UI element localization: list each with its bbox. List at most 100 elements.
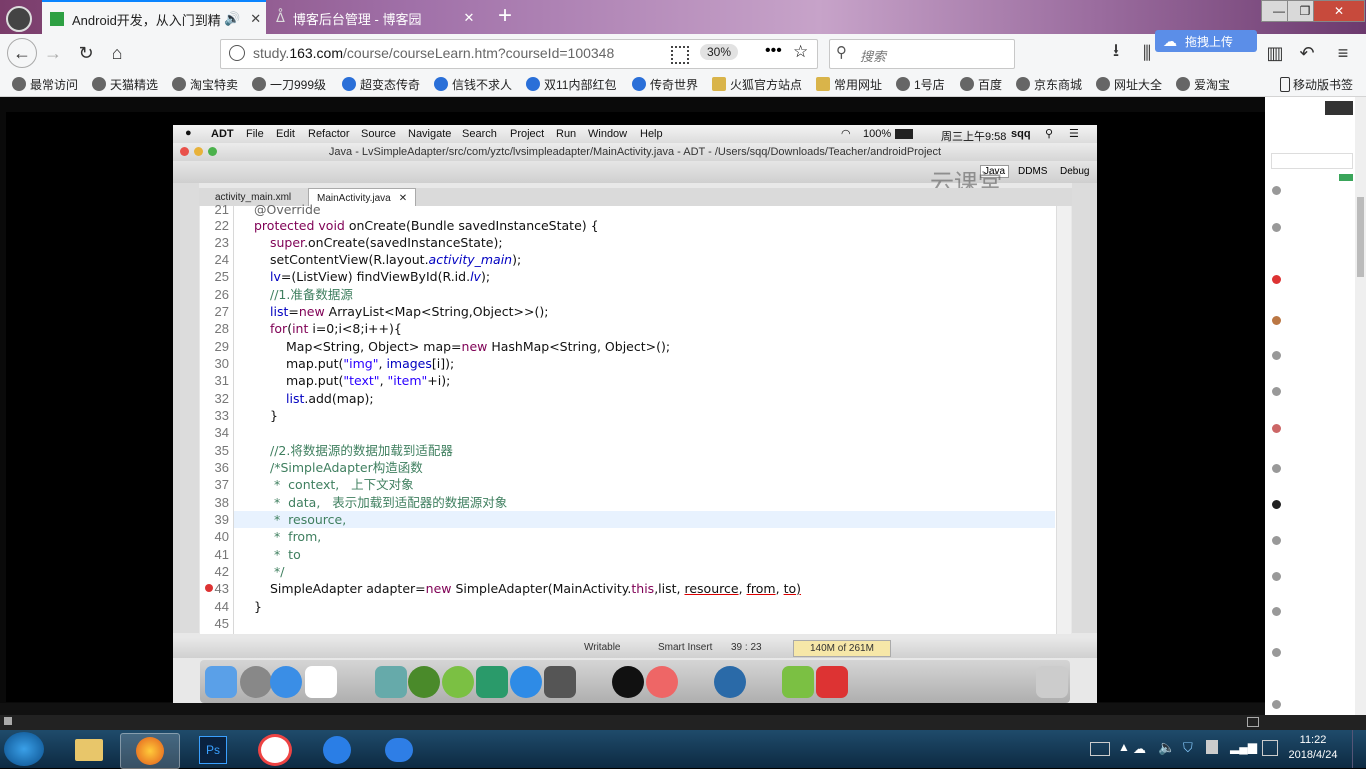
tab-close-icon[interactable]: ✕ <box>463 10 474 26</box>
tab-android-course[interactable]: Android开发，从入门到精 🔊 ✕ <box>42 0 266 36</box>
bookmark-most-visited[interactable]: 最常访问 <box>12 74 78 94</box>
comment-input[interactable] <box>1271 153 1353 169</box>
qr-code-icon[interactable] <box>671 46 689 64</box>
flower-icon <box>526 77 540 91</box>
tray-cloud-icon[interactable]: ☁ <box>1133 741 1146 757</box>
bookmark-label: 火狐官方站点 <box>730 77 803 92</box>
explorer-icon[interactable] <box>60 733 118 767</box>
network-icon[interactable]: ▂▄▆ <box>1230 740 1257 754</box>
sidebar-scrollbar[interactable] <box>1355 97 1366 730</box>
tab-close-icon[interactable]: ✕ <box>250 11 261 27</box>
code-token: new <box>298 304 325 319</box>
volume-icon[interactable]: 🔈 <box>1158 739 1175 756</box>
code-line-28: for(int i=0;i<8;i++){ <box>270 320 402 337</box>
firefox-icon <box>136 737 164 765</box>
bookmark-aitaobao[interactable]: 爱淘宝 <box>1176 74 1230 94</box>
bookmark-yhd[interactable]: 1号店 <box>896 74 945 94</box>
chat-taskbar-icon[interactable] <box>246 733 304 767</box>
bookmark-label: 京东商城 <box>1034 77 1083 92</box>
scroll-thumb[interactable] <box>1357 197 1364 277</box>
back-icon[interactable]: ← <box>7 38 37 68</box>
close-button[interactable]: ✕ <box>1313 0 1365 22</box>
line-number: 24 <box>214 252 229 267</box>
course-thumbnail <box>1325 101 1353 115</box>
forward-icon[interactable]: → <box>40 40 66 66</box>
menu-edit: Edit <box>276 128 295 140</box>
tab-title: Android开发，从入门到精 <box>72 12 221 28</box>
bookmark-firefox-site[interactable]: 火狐官方站点 <box>712 74 802 94</box>
bookmark-baidu[interactable]: 百度 <box>960 74 1002 94</box>
avatar <box>1272 536 1281 545</box>
bookmark-jd[interactable]: 京东商城 <box>1016 74 1082 94</box>
bookmark-chuanqi-world[interactable]: 传奇世界 <box>632 74 698 94</box>
firefox-menu-icon[interactable] <box>6 6 32 32</box>
course-favicon-icon <box>50 12 64 26</box>
code-line-31: map.put("text", "item"+i); <box>286 372 450 389</box>
show-hidden-icon[interactable]: ▲ <box>1118 740 1130 754</box>
code-token: , <box>738 581 747 596</box>
line-number: 41 <box>214 547 229 562</box>
search-bar[interactable]: ⚲ 搜索 <box>829 39 1015 69</box>
bookmark-star-icon[interactable]: ☆ <box>793 42 808 62</box>
code-line-27: list=new ArrayList<Map<String,Object>>()… <box>270 303 548 320</box>
clock-date: 2018/4/24 <box>1288 749 1338 761</box>
history-back-icon[interactable]: ↶ <box>1294 40 1320 66</box>
site-info-icon[interactable] <box>229 45 245 61</box>
tray-app-icon[interactable] <box>1206 740 1218 754</box>
publish-button[interactable] <box>1339 174 1353 181</box>
reload-icon[interactable]: ↻ <box>73 40 99 66</box>
url-bar[interactable]: study.163.com/course/courseLearn.htm?cou… <box>220 39 818 69</box>
avatar <box>1272 648 1281 657</box>
line-number: 33 <box>214 408 229 423</box>
globe-icon <box>1176 77 1190 91</box>
hamburger-menu-icon[interactable]: ≡ <box>1330 40 1356 66</box>
system-prefs-icon <box>544 666 576 698</box>
mobile-bookmarks[interactable]: 移动版书签 <box>1280 74 1353 94</box>
editor-tab-close-icon: ✕ <box>398 192 408 204</box>
show-desktop-button[interactable] <box>1352 730 1366 768</box>
page-actions-icon[interactable]: ••• <box>765 42 782 60</box>
bookmark-xinqian[interactable]: 信钱不求人 <box>434 74 512 94</box>
security-icon[interactable]: ⛉ <box>1183 740 1193 756</box>
code-token: =(ListView) findViewById(R.id. <box>280 269 471 284</box>
bookmark-chuanqi[interactable]: 超变态传奇 <box>342 74 420 94</box>
code-token: HashMap<String, Object>(); <box>487 339 671 354</box>
code-token: .onCreate(savedInstanceState); <box>304 235 503 250</box>
baidu-cloud-taskbar-icon[interactable] <box>370 733 428 767</box>
bookmark-common-sites[interactable]: 常用网址 <box>816 74 882 94</box>
home-icon[interactable]: ⌂ <box>104 40 130 66</box>
code-token: "text" <box>343 373 380 388</box>
line-number: 31 <box>214 373 229 388</box>
bookmark-label: 移动版书签 <box>1293 77 1354 92</box>
sidebar-icon[interactable]: ▥ <box>1262 40 1288 66</box>
new-tab-button[interactable]: + <box>498 2 512 30</box>
bookmark-hao[interactable]: 网址大全 <box>1096 74 1162 94</box>
line-number: 44 <box>214 599 229 614</box>
globe-icon <box>896 77 910 91</box>
taskbar-clock[interactable]: 11:22 2018/4/24 <box>1282 733 1344 765</box>
action-center-icon[interactable] <box>1262 740 1278 756</box>
url-path: /course/courseLearn.htm?courseId=100348 <box>343 45 615 61</box>
sogou-taskbar-icon[interactable] <box>308 733 366 767</box>
bookmark-label: 最常访问 <box>30 77 79 92</box>
play-button[interactable] <box>4 717 12 725</box>
photoshop-taskbar-icon[interactable]: Ps <box>184 733 242 767</box>
speaker-icon[interactable]: 🔊 <box>224 11 240 27</box>
code-token: this <box>631 581 655 596</box>
url-domain: 163.com <box>289 45 344 61</box>
upload-button[interactable]: ☁ 拖拽上传 <box>1155 30 1257 52</box>
line-number: 26 <box>214 287 229 302</box>
video-progress-bar[interactable] <box>0 703 1265 715</box>
start-button[interactable] <box>4 732 44 766</box>
keyboard-icon[interactable] <box>1090 742 1110 756</box>
bookmark-double11[interactable]: 双11内部红包 <box>526 74 616 94</box>
firefox-taskbar-icon[interactable] <box>120 733 180 769</box>
download-icon[interactable]: ⭳ <box>1103 40 1129 66</box>
fullscreen-icon[interactable] <box>1247 717 1259 727</box>
bookmark-taobao-sale[interactable]: 淘宝特卖 <box>172 74 238 94</box>
tab-blog-admin[interactable]: ᐂ 博客后台管理 - 博客园 ✕ <box>268 2 490 34</box>
globe-icon <box>172 77 186 91</box>
bookmark-yidao[interactable]: 一刀999级 <box>252 74 326 94</box>
bookmark-tmall[interactable]: 天猫精选 <box>92 74 158 94</box>
zoom-level[interactable]: 30% <box>700 44 739 60</box>
